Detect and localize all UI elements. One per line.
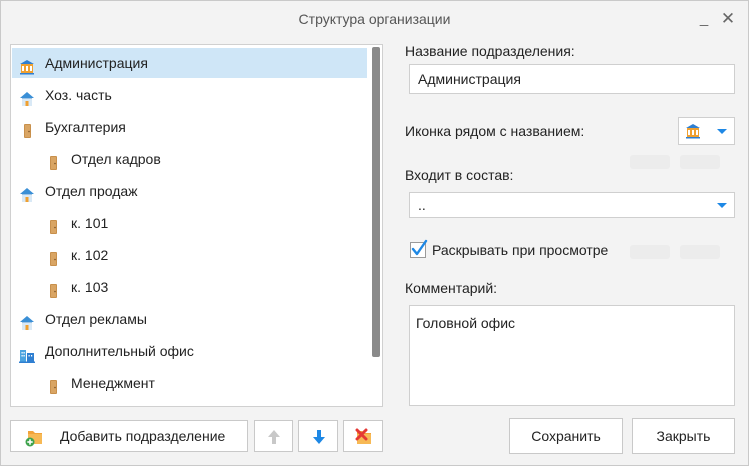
arrow-up-icon — [268, 430, 280, 444]
house-icon — [19, 311, 35, 330]
house-icon — [19, 183, 35, 202]
tree-item[interactable]: Администрация — [12, 48, 367, 78]
window-title: Структура организации — [298, 11, 451, 27]
icon-label: Иконка рядом с названием: — [405, 123, 585, 139]
tree-item-label: к. 102 — [71, 247, 109, 263]
move-up-button[interactable] — [254, 420, 293, 452]
tree-item-label: Бухгалтерия — [45, 119, 126, 135]
comment-label: Комментарий: — [405, 280, 498, 296]
delete-department-button[interactable] — [343, 420, 383, 452]
minimize-button[interactable]: _ — [694, 9, 714, 29]
department-name-field[interactable]: Администрация — [409, 64, 735, 94]
tree-item-label: Менеджмент — [71, 375, 155, 391]
save-button-label: Сохранить — [531, 428, 601, 444]
comment-textarea[interactable]: Головной офис — [409, 305, 735, 406]
door-icon — [45, 247, 61, 266]
tree-item-label: к. 101 — [71, 215, 109, 231]
close-button-label: Закрыть — [656, 428, 711, 444]
background-decoration — [620, 150, 740, 310]
parent-dropdown[interactable]: .. — [409, 192, 735, 218]
save-button[interactable]: Сохранить — [509, 418, 623, 454]
add-folder-icon — [25, 431, 42, 447]
tree-item-label: Хоз. часть — [45, 87, 112, 103]
add-department-label: Добавить подразделение — [60, 428, 226, 444]
door-icon — [45, 375, 61, 394]
chevron-down-icon — [717, 203, 727, 208]
tree-item-label: Отдел продаж — [45, 183, 138, 199]
tree-item[interactable]: Отдел продаж — [12, 176, 367, 206]
tree-item[interactable]: к. 101 — [12, 208, 367, 238]
expand-checkbox[interactable] — [410, 239, 428, 258]
checkmark-icon — [411, 239, 428, 256]
tree-item[interactable]: к. 103 — [12, 272, 367, 302]
tree-item-label: Администрация — [45, 55, 148, 71]
close-window-button[interactable]: ✕ — [718, 9, 738, 29]
tree-scrollbar-thumb[interactable] — [372, 47, 380, 357]
door-icon — [45, 215, 61, 234]
tree-item[interactable]: Менеджмент — [12, 368, 367, 398]
door-icon — [19, 119, 35, 138]
close-button[interactable]: Закрыть — [632, 418, 735, 454]
icon-picker[interactable] — [678, 117, 735, 145]
house-icon — [19, 87, 35, 106]
parent-dropdown-value: .. — [418, 197, 426, 213]
building-icon — [19, 55, 35, 75]
door-icon — [45, 151, 61, 170]
title-bar: Структура организации _ ✕ — [1, 1, 748, 37]
tree-item[interactable]: Хоз. часть — [12, 80, 367, 110]
door-icon — [45, 279, 61, 298]
tree-item[interactable]: Отдел рекламы — [12, 304, 367, 334]
tree-item-label: к. 103 — [71, 279, 109, 295]
parent-label: Входит в состав: — [405, 167, 514, 183]
tree-item[interactable]: Дополнительный офис — [12, 336, 367, 366]
name-label: Название подразделения: — [405, 43, 575, 59]
tree-item-label: Отдел рекламы — [45, 311, 147, 327]
delete-folder-icon — [355, 428, 371, 444]
tree-item-label: Дополнительный офис — [45, 343, 194, 359]
add-department-button[interactable]: Добавить подразделение — [10, 420, 248, 452]
expand-checkbox-label[interactable]: Раскрывать при просмотре — [432, 242, 608, 258]
arrow-down-icon — [313, 430, 325, 444]
tree-item[interactable]: Бухгалтерия — [12, 112, 367, 142]
move-down-button[interactable] — [298, 420, 338, 452]
office-towers-icon — [19, 343, 35, 363]
tree-item[interactable]: к. 102 — [12, 240, 367, 270]
department-tree[interactable]: Менеджмент Дополнительный офис Отдел рекла… — [10, 44, 383, 407]
tree-item-label: Отдел кадров — [71, 151, 161, 167]
chevron-down-icon — [717, 129, 727, 134]
building-icon — [686, 124, 700, 139]
tree-item[interactable]: Отдел кадров — [12, 144, 367, 174]
